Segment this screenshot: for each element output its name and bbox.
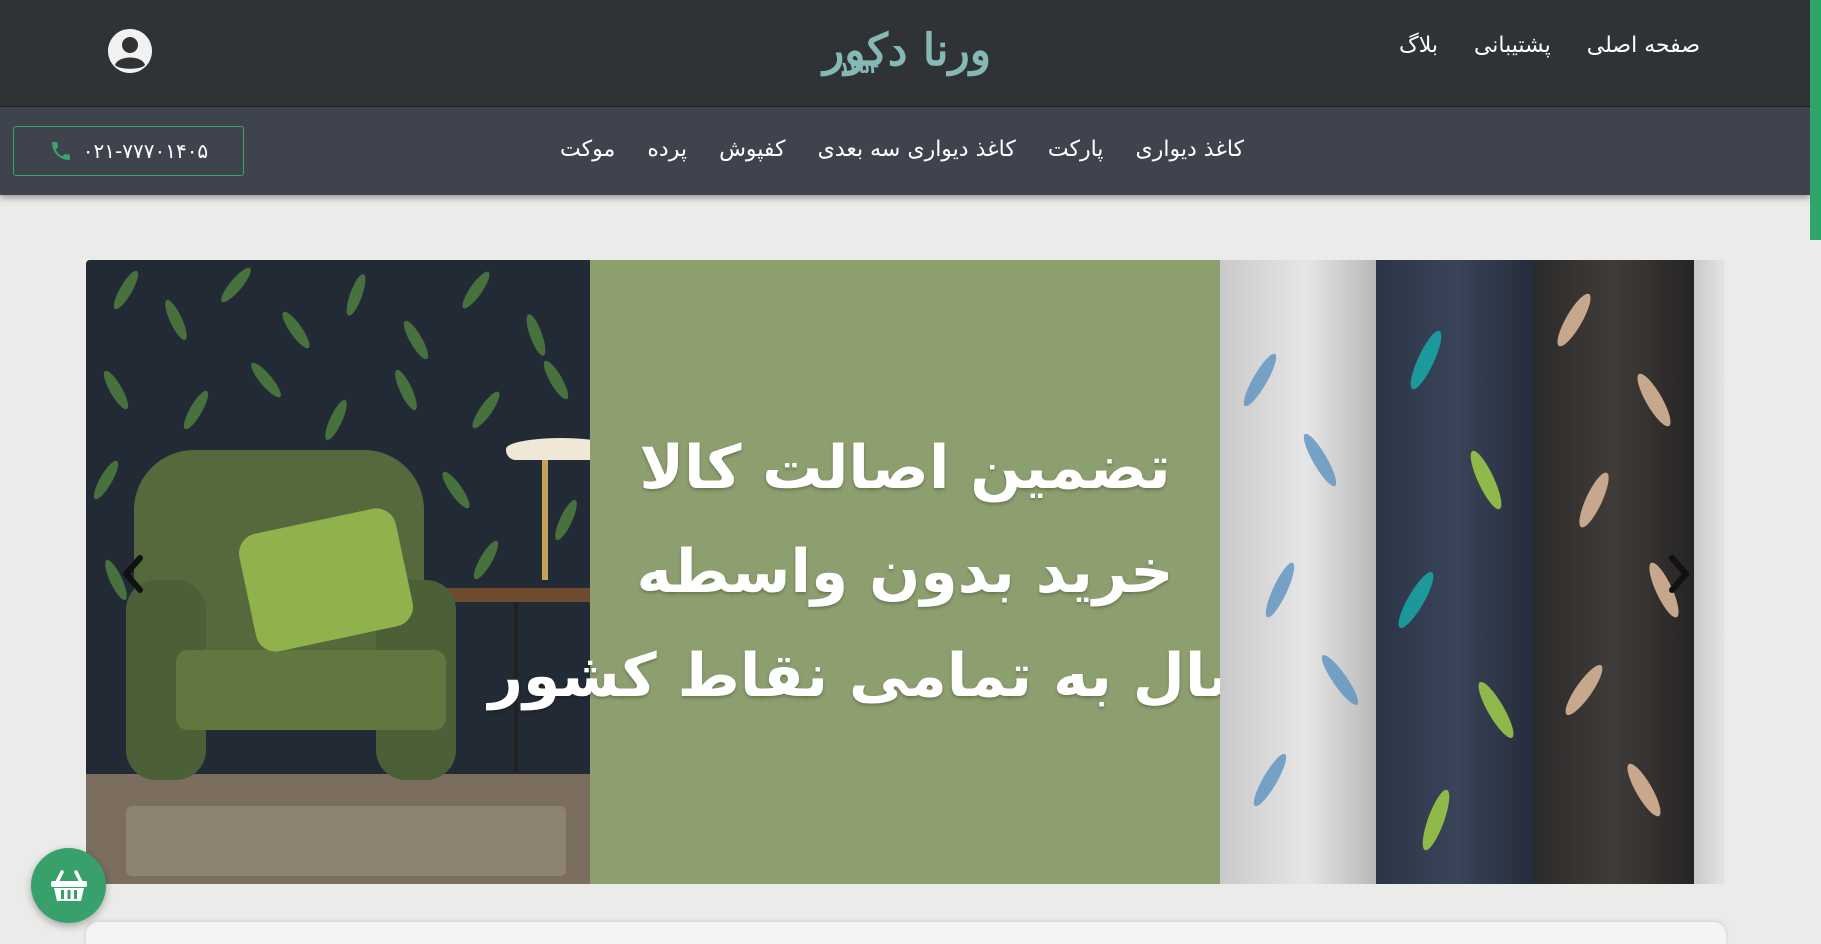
category-3d-wallpaper[interactable]: کاغذ دیواری سه بعدی: [818, 137, 1016, 162]
slide-image-wallpaper-rolls: [1220, 260, 1724, 884]
hero-slider[interactable]: تضمین اصالت کالا خرید بدون واسطه ارسال ب…: [86, 260, 1724, 884]
wallpaper-roll-navy: [1376, 260, 1534, 884]
banner-line-authenticity: تضمین اصالت کالا: [639, 433, 1171, 503]
cart-button[interactable]: [31, 848, 106, 923]
nav-item-home[interactable]: صفحه اصلی: [1587, 33, 1700, 58]
wallpaper-roll-light: [1694, 260, 1724, 884]
category-carpet[interactable]: موکت: [560, 137, 615, 162]
main-nav: صفحه اصلی پشتیبانی بلاگ: [1399, 33, 1700, 58]
nav-item-support[interactable]: پشتیبانی: [1474, 33, 1551, 58]
side-table: [438, 588, 590, 602]
basket-icon: [49, 868, 89, 904]
scrollbar-track[interactable]: [1810, 0, 1821, 944]
scrollbar-thumb[interactable]: [1810, 0, 1821, 240]
phone-button[interactable]: ۰۲۱-۷۷۷۰۱۴۰۵: [13, 126, 244, 176]
category-bar: ۰۲۱-۷۷۷۰۱۴۰۵ کاغذ دیواری پارکت کاغذ دیوا…: [0, 107, 1810, 195]
chevron-left-icon[interactable]: [118, 552, 148, 596]
category-flooring[interactable]: کفپوش: [719, 137, 785, 162]
lamp-shade: [506, 438, 590, 460]
category-parquet[interactable]: پارکت: [1048, 137, 1104, 162]
slide-image-armchair: [86, 260, 590, 884]
category-nav: کاغذ دیواری پارکت کاغذ دیواری سه بعدی کف…: [560, 137, 1244, 162]
phone-number: ۰۲۱-۷۷۷۰۱۴۰۵: [82, 139, 209, 163]
chevron-right-icon[interactable]: [1664, 552, 1694, 596]
phone-icon: [49, 139, 73, 163]
slide-banner-text: تضمین اصالت کالا خرید بدون واسطه ارسال ب…: [489, 260, 1321, 884]
lamp-pole: [542, 460, 548, 580]
rug: [126, 806, 566, 876]
wallpaper-roll-grey: [1220, 260, 1376, 884]
top-header: ورنا دکور ۱۳۵۴ صفحه اصلی پشتیبانی بلاگ: [0, 0, 1810, 107]
banner-line-direct-purchase: خرید بدون واسطه: [636, 537, 1174, 607]
user-account-icon[interactable]: [108, 29, 152, 73]
nav-item-blog[interactable]: بلاگ: [1399, 33, 1438, 58]
banner-line-shipping: ارسال به تمامی نقاط کشور: [488, 641, 1322, 711]
logo-year: ۱۳۵۴: [840, 58, 880, 77]
site-logo[interactable]: ورنا دکور ۱۳۵۴: [802, 20, 1012, 80]
category-wallpaper[interactable]: کاغذ دیواری: [1136, 137, 1244, 162]
content-card: [86, 922, 1726, 944]
category-curtain[interactable]: پرده: [647, 137, 687, 162]
armchair-seat: [176, 650, 446, 730]
